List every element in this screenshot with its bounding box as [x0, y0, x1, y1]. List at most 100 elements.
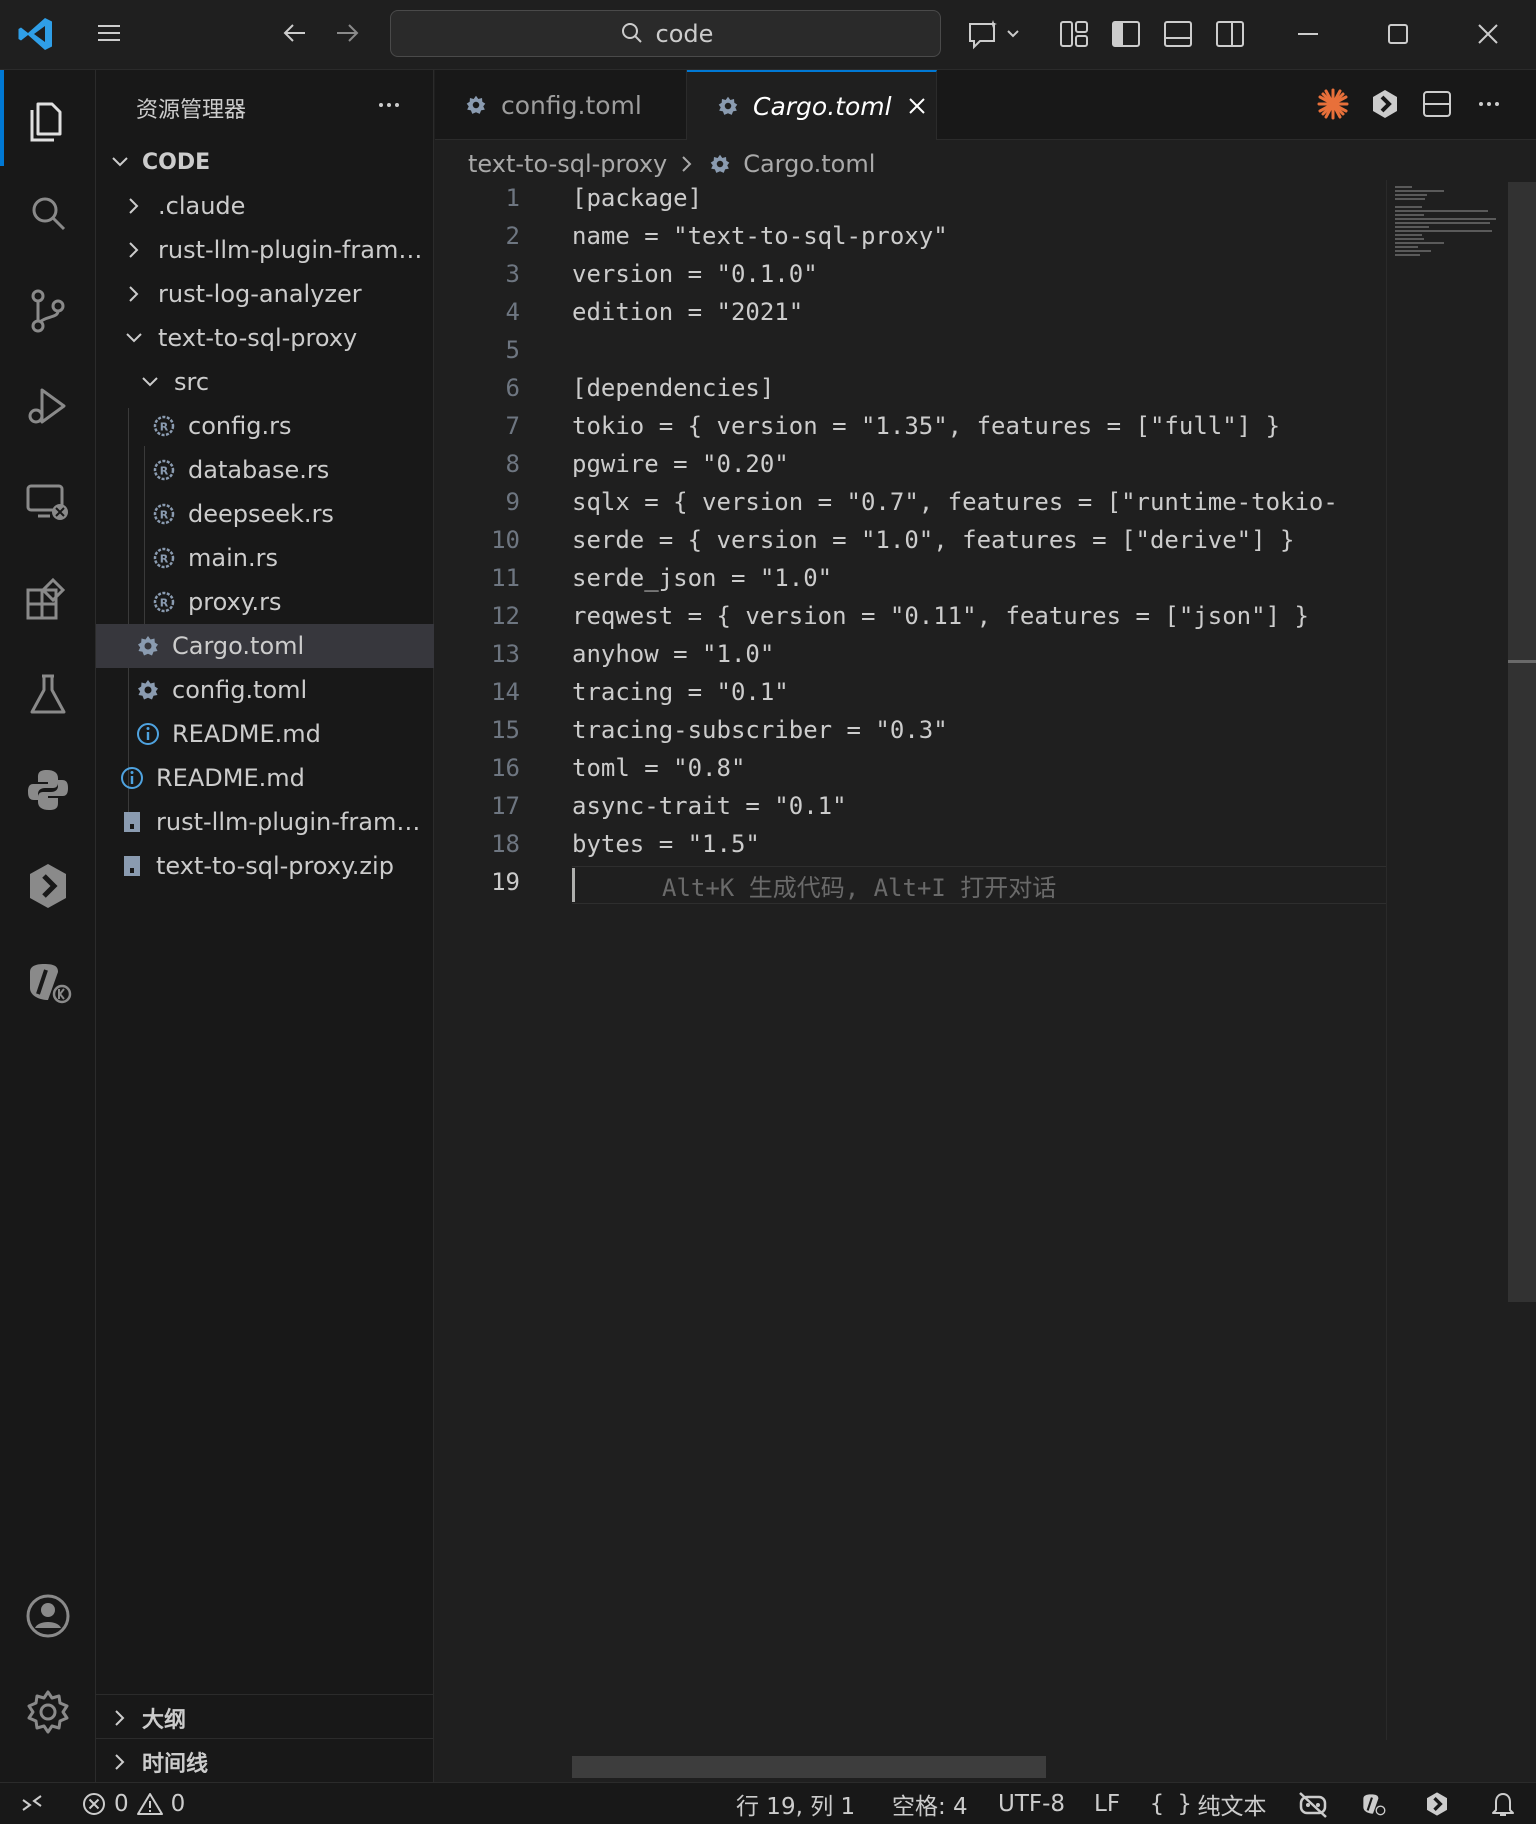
line-number: 9 — [505, 488, 520, 516]
language-mode[interactable]: { } 纯文本 — [1150, 1783, 1267, 1824]
forward-arrow-icon[interactable] — [330, 16, 364, 50]
svg-text:R: R — [160, 421, 169, 434]
chevron-right-icon — [129, 286, 139, 302]
tree-folder-claude[interactable]: .claude — [96, 184, 434, 228]
tree-folder-src[interactable]: src — [96, 360, 434, 404]
tree-file-text-to-sql-proxy-zip[interactable]: text-to-sql-proxy.zip — [96, 844, 434, 888]
tab-label: Cargo.toml — [753, 91, 892, 121]
command-center-search[interactable]: code — [390, 10, 941, 57]
code-line: pgwire = "0.20" — [572, 450, 789, 478]
minimize-icon[interactable] — [1290, 16, 1326, 52]
search-icon — [621, 22, 642, 43]
tree-file-config-rs[interactable]: R config.rs — [96, 404, 434, 448]
scrollbar-cursor-marker — [1508, 660, 1536, 663]
problems-indicator[interactable]: 0 0 — [80, 1783, 185, 1824]
indentation[interactable]: 空格: 4 — [892, 1783, 968, 1824]
toggle-panel-icon[interactable] — [1160, 16, 1196, 52]
minimap[interactable] — [1386, 180, 1510, 1740]
code-line: serde = { version = "1.0", features = ["… — [572, 526, 1295, 554]
gear-file-icon — [138, 636, 158, 656]
svg-text:R: R — [160, 509, 169, 522]
tree-file-cargo-toml[interactable]: Cargo.toml — [96, 624, 434, 668]
encoding[interactable]: UTF-8 — [998, 1783, 1065, 1824]
code-line: tracing = "0.1" — [572, 678, 789, 706]
info-file-icon — [137, 723, 159, 745]
more-actions-icon[interactable] — [372, 88, 406, 122]
tree-file-main-rs[interactable]: R main.rs — [96, 536, 434, 580]
agent-extension-icon[interactable] — [20, 858, 76, 914]
code-line: tokio = { version = "1.35", features = [… — [572, 412, 1281, 440]
hamburger-menu-icon[interactable] — [92, 16, 126, 50]
section-divider — [96, 1694, 434, 1695]
tree-folder-rust-llm-plugin[interactable]: rust-llm-plugin-frame... — [96, 228, 434, 272]
copilot-chat-icon[interactable] — [964, 14, 1028, 54]
k-extension-icon[interactable] — [20, 954, 76, 1010]
tree-root-code[interactable]: CODE — [96, 140, 434, 184]
minimap-line — [1395, 246, 1418, 248]
tree-file-readme-root[interactable]: README.md — [96, 756, 434, 800]
horizontal-scrollbar[interactable] — [572, 1756, 1046, 1778]
info-file-icon — [121, 767, 143, 789]
cursor-position[interactable]: 行 19, 列 1 — [736, 1783, 855, 1824]
line-number: 16 — [491, 754, 520, 782]
agent-hex-icon[interactable] — [1367, 86, 1403, 122]
tree-folder-text-to-sql-proxy[interactable]: text-to-sql-proxy — [96, 316, 434, 360]
tree-file-database-rs[interactable]: R database.rs — [96, 448, 434, 492]
search-icon[interactable] — [20, 186, 76, 242]
editor-more-icon[interactable] — [1471, 86, 1507, 122]
settings-gear-icon[interactable] — [20, 1684, 76, 1740]
tab-cargo-toml[interactable]: Cargo.toml — [687, 70, 937, 140]
claude-star-icon[interactable] — [1315, 86, 1351, 122]
breadcrumb-file[interactable]: Cargo.toml — [743, 150, 875, 178]
timeline-section[interactable]: 时间线 — [96, 1740, 434, 1784]
end-of-line[interactable]: LF — [1094, 1783, 1120, 1824]
agent-hex-icon — [1427, 1792, 1447, 1816]
customize-layout-icon[interactable] — [1056, 16, 1092, 52]
svg-text:R: R — [160, 597, 169, 610]
warning-count: 0 — [170, 1791, 186, 1817]
tree-file-deepseek-rs[interactable]: R deepseek.rs — [96, 492, 434, 536]
explorer-icon[interactable] — [20, 90, 76, 146]
chevron-right-icon — [115, 1710, 125, 1726]
breadcrumb-folder[interactable]: text-to-sql-proxy — [468, 150, 667, 178]
accounts-icon[interactable] — [20, 1588, 76, 1644]
copilot-status[interactable] — [1296, 1783, 1330, 1824]
editor-tab-bar: config.toml Cargo.toml — [435, 70, 1536, 140]
tree-file-config-toml[interactable]: config.toml — [96, 668, 434, 712]
remote-explorer-icon[interactable] — [20, 474, 76, 530]
rust-file-icon: R — [153, 591, 175, 613]
explorer-title: 资源管理器 — [136, 98, 247, 123]
run-debug-icon[interactable] — [20, 378, 76, 434]
source-control-icon[interactable] — [20, 282, 76, 338]
text-cursor — [572, 868, 575, 902]
toggle-primary-sidebar-icon[interactable] — [1108, 16, 1144, 52]
tree-file-readme-inner[interactable]: README.md — [96, 712, 434, 756]
close-tab-icon[interactable] — [904, 93, 930, 119]
k-extension-status[interactable] — [1356, 1783, 1390, 1824]
toggle-secondary-sidebar-icon[interactable] — [1212, 16, 1248, 52]
code-line: version = "0.1.0" — [572, 260, 818, 288]
tree-folder-rust-log-analyzer[interactable]: rust-log-analyzer — [96, 272, 434, 316]
line-number: 12 — [491, 602, 520, 630]
maximize-icon[interactable] — [1380, 16, 1416, 52]
minimap-line — [1395, 218, 1496, 220]
notifications[interactable] — [1488, 1783, 1518, 1824]
close-window-icon[interactable] — [1470, 16, 1506, 52]
testing-flask-icon[interactable] — [20, 666, 76, 722]
split-editor-icon[interactable] — [1419, 86, 1455, 122]
extensions-icon[interactable] — [20, 570, 76, 626]
tree-file-proxy-rs[interactable]: R proxy.rs — [96, 580, 434, 624]
code-editor[interactable]: [package] name = "text-to-sql-proxy" versi… — [560, 180, 1386, 1740]
tree-file-rust-llm-plugin-zip[interactable]: rust-llm-plugin-frame... — [96, 800, 434, 844]
vertical-scrollbar[interactable] — [1508, 182, 1536, 1302]
breadcrumb: text-to-sql-proxy Cargo.toml — [468, 146, 875, 182]
remote-indicator[interactable] — [18, 1783, 46, 1824]
python-icon[interactable] — [20, 762, 76, 818]
agent-status[interactable] — [1422, 1783, 1452, 1824]
tab-config-toml[interactable]: config.toml — [435, 70, 687, 140]
status-bar: 0 0 行 19, 列 1 空格: 4 UTF-8 LF { } 纯文本 — [0, 1782, 1536, 1824]
active-indicator — [0, 70, 4, 166]
back-arrow-icon[interactable] — [278, 16, 312, 50]
outline-section[interactable]: 大纲 — [96, 1696, 434, 1740]
svg-text:R: R — [160, 465, 169, 478]
